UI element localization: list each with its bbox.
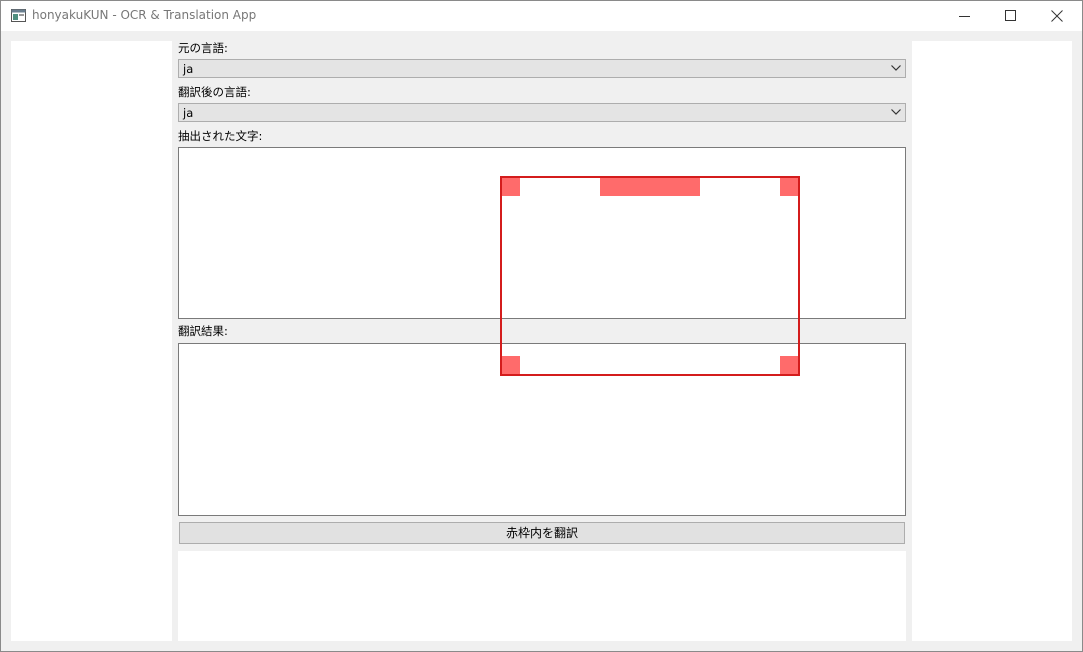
target-language-label: 翻訳後の言語: [178,85,251,99]
right-panel [912,41,1072,641]
minimize-button[interactable] [942,1,988,31]
translate-frame-button[interactable]: 赤枠内を翻訳 [179,522,905,544]
extracted-text-label: 抽出された文字: [178,129,263,143]
left-panel [11,41,172,641]
chevron-down-icon [891,109,901,115]
translation-result-label: 翻訳結果: [178,324,228,338]
resize-handle-top-right[interactable] [780,178,798,196]
title-bar[interactable]: honyakuKUN - OCR & Translation App [1,1,1082,31]
maximize-icon [1005,10,1016,21]
source-language-select[interactable]: ja [178,59,906,78]
target-language-select[interactable]: ja [178,103,906,122]
chevron-down-icon [891,65,901,71]
close-icon [1051,10,1063,22]
minimize-icon [959,16,970,17]
resize-handle-bottom-right[interactable] [780,356,798,374]
app-icon [11,9,26,22]
bottom-panel [178,551,906,641]
window-title: honyakuKUN - OCR & Translation App [32,8,257,22]
move-handle-top[interactable] [600,178,700,196]
source-language-value: ja [183,62,194,76]
resize-handle-top-left[interactable] [502,178,520,196]
target-language-value: ja [183,106,194,120]
close-button[interactable] [1034,1,1080,31]
capture-frame[interactable] [500,176,800,376]
resize-handle-bottom-left[interactable] [502,356,520,374]
source-language-label: 元の言語: [178,41,228,55]
maximize-button[interactable] [988,1,1034,31]
